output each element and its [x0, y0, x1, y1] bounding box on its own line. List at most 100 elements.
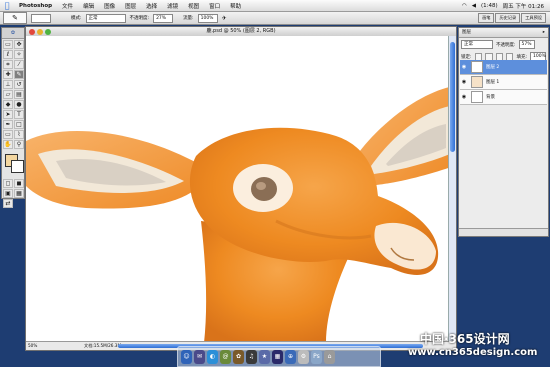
history-brush-tool-icon[interactable]: ↺: [14, 80, 24, 89]
menu-edit[interactable]: 编辑: [78, 2, 99, 10]
image-canvas[interactable]: [26, 36, 450, 343]
menu-extras: ◠ ◀ (1:48) 周五 下午 01:26: [462, 2, 550, 10]
document-window: 鹿.psd @ 50% (图层 2, RGB) 50% 文档:15.5M/26.…: [25, 26, 457, 351]
airbrush-icon[interactable]: ✈: [222, 15, 227, 22]
menu-file[interactable]: 文件: [57, 2, 78, 10]
eye-icon[interactable]: ◉: [460, 79, 468, 85]
brush-icon: ✎: [12, 14, 18, 22]
jump-to-imageready-icon[interactable]: ⇄: [3, 199, 13, 208]
layer-row[interactable]: ◉ 图层 2: [460, 60, 547, 75]
vertical-scrollbar[interactable]: [448, 36, 456, 343]
photoshop-logo-icon[interactable]: ✿: [2, 28, 24, 39]
blend-mode-select[interactable]: 正常: [461, 40, 493, 49]
system-preferences-icon[interactable]: ⚙: [298, 349, 309, 364]
layer-name: 背景: [486, 95, 495, 100]
dock: ☺ ✉ ◐ @ ✿ ♫ ★ ▦ ⊕ ⚙ Ps ⌂: [177, 346, 381, 367]
clone-stamp-tool-icon[interactable]: ⊥: [3, 80, 13, 89]
brush-size-picker[interactable]: [31, 13, 51, 23]
palette-well: 画笔 历史记录 工具预设: [478, 13, 546, 23]
eyedropper-tool-icon[interactable]: ⌇: [14, 130, 24, 139]
panel-menu-icon[interactable]: ▸: [543, 28, 545, 37]
menu-layer[interactable]: 图层: [120, 2, 141, 10]
color-swatches: [4, 153, 24, 175]
photoshop-dock-icon[interactable]: Ps: [311, 349, 322, 364]
vertical-scroll-thumb[interactable]: [450, 42, 455, 152]
zoom-button[interactable]: [45, 28, 51, 35]
ichat-icon[interactable]: ◐: [207, 349, 218, 364]
brush-tool-icon[interactable]: ✎: [14, 70, 24, 79]
tab-layers[interactable]: 图层: [462, 30, 471, 35]
lasso-tool-icon[interactable]: ℓ: [3, 50, 13, 59]
wifi-icon[interactable]: ◠: [462, 3, 467, 9]
path-selection-tool-icon[interactable]: ➤: [3, 110, 13, 119]
layer-row[interactable]: ◉ 背景: [460, 90, 547, 105]
menu-window[interactable]: 窗口: [204, 2, 225, 10]
ical-icon[interactable]: ▦: [272, 349, 283, 364]
safari-icon[interactable]: ⊕: [285, 349, 296, 364]
zoom-tool-icon[interactable]: ⚲: [14, 140, 24, 149]
deer-painting: [26, 36, 450, 343]
menu-view[interactable]: 视图: [183, 2, 204, 10]
hand-tool-icon[interactable]: ✋: [3, 140, 13, 149]
marquee-tool-icon[interactable]: ▭: [3, 40, 13, 49]
layer-opacity-field[interactable]: 57%: [518, 40, 535, 49]
move-tool-icon[interactable]: ✥: [14, 40, 24, 49]
watermark-line1: 中国·365设计网: [420, 332, 510, 346]
menu-image[interactable]: 图像: [99, 2, 120, 10]
screen-mode-icon[interactable]: ▣: [3, 189, 13, 198]
address-book-icon[interactable]: @: [220, 349, 231, 364]
mail-icon[interactable]: ✉: [194, 349, 205, 364]
layers-panel: 图层 ▸ 正常 不透明度: 57% 锁定: 填充: 100% ◉ 图层 2 ◉ …: [458, 27, 549, 237]
tab-tool-presets[interactable]: 工具预设: [521, 13, 546, 23]
close-button[interactable]: [29, 28, 35, 35]
crop-tool-icon[interactable]: ⌗: [3, 60, 13, 69]
layer-name: 图层 2: [486, 65, 500, 70]
layers-panel-footer: [459, 228, 548, 236]
slice-tool-icon[interactable]: ⁄: [14, 60, 24, 69]
standard-mode-icon[interactable]: ◻: [3, 179, 13, 188]
clock[interactable]: 周五 下午 01:26: [503, 2, 544, 10]
shape-tool-icon[interactable]: □: [14, 120, 24, 129]
gradient-tool-icon[interactable]: ▤: [14, 90, 24, 99]
eye-icon[interactable]: ◉: [460, 64, 468, 70]
trash-icon[interactable]: ⌂: [324, 349, 335, 364]
full-screen-mode-icon[interactable]: ▦: [14, 189, 24, 198]
layers-mode-row: 正常 不透明度: 57%: [459, 38, 548, 51]
imovie-icon[interactable]: ★: [259, 349, 270, 364]
blur-tool-icon[interactable]: ◆: [3, 100, 13, 109]
iphoto-icon[interactable]: ✿: [233, 349, 244, 364]
eraser-tool-icon[interactable]: ▱: [3, 90, 13, 99]
itunes-icon[interactable]: ♫: [246, 349, 257, 364]
apple-menu-icon[interactable]: : [0, 1, 14, 10]
finder-icon[interactable]: ☺: [181, 349, 192, 364]
magic-wand-tool-icon[interactable]: ✧: [14, 50, 24, 59]
toolbox: ✿ ▭ ✥ ℓ ✧ ⌗ ⁄ ✚ ✎ ⊥ ↺ ▱ ▤ ◆ ● ➤ T ✒ □ ▭ …: [1, 27, 25, 208]
mode-label: 模式:: [71, 16, 82, 21]
healing-brush-tool-icon[interactable]: ✚: [3, 70, 13, 79]
dodge-tool-icon[interactable]: ●: [14, 100, 24, 109]
mode-select[interactable]: 正常: [85, 13, 126, 23]
menu-help[interactable]: 帮助: [225, 2, 246, 10]
zoom-level[interactable]: 50%: [28, 342, 37, 350]
menu-select[interactable]: 选择: [141, 2, 162, 10]
volume-icon[interactable]: ◀: [472, 3, 476, 9]
document-info[interactable]: 文档:15.5M/26.3M: [84, 342, 121, 350]
tab-history[interactable]: 历史记录: [495, 13, 521, 23]
type-tool-icon[interactable]: T: [14, 110, 24, 119]
minimize-button[interactable]: [37, 28, 43, 35]
menu-bar:  Photoshop 文件 编辑 图像 图层 选择 滤镜 视图 窗口 帮助 ◠…: [0, 0, 550, 12]
battery-status[interactable]: (1:48): [481, 3, 498, 9]
eye-icon[interactable]: ◉: [460, 94, 468, 100]
menu-filter[interactable]: 滤镜: [162, 2, 183, 10]
menu-photoshop[interactable]: Photoshop: [14, 3, 57, 9]
document-title: 鹿.psd @ 50% (图层 2, RGB): [206, 28, 276, 34]
quick-mask-mode-icon[interactable]: ◼: [14, 179, 24, 188]
opacity-field[interactable]: 27%: [153, 13, 174, 23]
pen-tool-icon[interactable]: ✒: [3, 120, 13, 129]
background-color-swatch[interactable]: [11, 160, 24, 173]
tool-preset-picker[interactable]: ✎: [3, 12, 27, 24]
flow-field[interactable]: 100%: [197, 13, 218, 23]
layer-row[interactable]: ◉ 图层 1: [460, 75, 547, 90]
tab-brushes[interactable]: 画笔: [478, 13, 495, 23]
notes-tool-icon[interactable]: ▭: [3, 130, 13, 139]
